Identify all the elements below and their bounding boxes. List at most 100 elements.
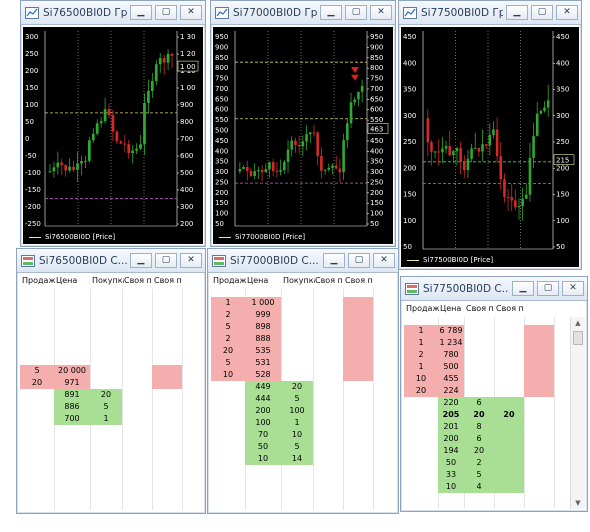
chart-window-si77500[interactable]: Si77500BI0D Гр... ▁ ▢ ✕ 450 400 350 300 250 2… bbox=[398, 0, 582, 270]
ask-row[interactable]: 16 789 bbox=[404, 325, 554, 337]
bid-row[interactable]: 205 20 20 bbox=[404, 409, 554, 421]
own1-cell[interactable] bbox=[494, 481, 524, 493]
own1-cell[interactable] bbox=[122, 413, 152, 425]
sell-cell[interactable]: 2 bbox=[211, 333, 245, 345]
own2-cell[interactable] bbox=[524, 469, 554, 481]
price-cell[interactable]: 224 bbox=[438, 385, 464, 397]
ask-row[interactable]: 1 500 bbox=[404, 361, 554, 373]
own1-cell[interactable] bbox=[494, 337, 524, 349]
sell-cell[interactable]: 5 bbox=[211, 321, 245, 333]
buy-cell[interactable] bbox=[464, 385, 494, 397]
buy-cell[interactable] bbox=[281, 321, 313, 333]
price-cell[interactable]: 444 bbox=[245, 393, 281, 405]
sell-cell[interactable] bbox=[211, 453, 245, 465]
buy-cell[interactable]: 1 bbox=[90, 413, 122, 425]
bid-row[interactable]: 70 10 bbox=[211, 429, 373, 441]
ask-row[interactable]: 11 234 bbox=[404, 337, 554, 349]
buy-cell[interactable]: 2 bbox=[464, 457, 494, 469]
own2-cell[interactable] bbox=[152, 401, 182, 413]
own1-cell[interactable] bbox=[313, 453, 343, 465]
own1-cell[interactable] bbox=[494, 373, 524, 385]
buy-cell[interactable] bbox=[281, 369, 313, 381]
own2-cell[interactable] bbox=[343, 297, 373, 309]
buy-cell[interactable] bbox=[281, 309, 313, 321]
price-cell[interactable]: 200 bbox=[438, 433, 464, 445]
own2-cell[interactable] bbox=[524, 385, 554, 397]
own2-cell[interactable] bbox=[343, 393, 373, 405]
sell-cell[interactable] bbox=[404, 433, 438, 445]
buy-cell[interactable] bbox=[281, 297, 313, 309]
sell-cell[interactable]: 1 bbox=[404, 337, 438, 349]
own2-cell[interactable] bbox=[524, 349, 554, 361]
own1-cell[interactable] bbox=[313, 345, 343, 357]
own2-cell[interactable] bbox=[343, 321, 373, 333]
sell-cell[interactable] bbox=[404, 409, 438, 421]
own1-cell[interactable] bbox=[494, 397, 524, 409]
own1-cell[interactable] bbox=[313, 381, 343, 393]
own1-cell[interactable] bbox=[313, 357, 343, 369]
buy-cell[interactable] bbox=[281, 357, 313, 369]
own2-cell[interactable] bbox=[524, 421, 554, 433]
own1-cell[interactable] bbox=[122, 365, 152, 377]
sell-cell[interactable] bbox=[404, 457, 438, 469]
sell-cell[interactable]: 10 bbox=[404, 373, 438, 385]
sell-cell[interactable] bbox=[211, 405, 245, 417]
buy-cell[interactable]: 5 bbox=[281, 393, 313, 405]
sell-cell[interactable] bbox=[404, 397, 438, 409]
column-header-own-2[interactable]: Своя п bbox=[496, 304, 526, 313]
own2-cell[interactable] bbox=[524, 445, 554, 457]
ask-row[interactable]: 10 528 bbox=[211, 369, 373, 381]
own1-cell[interactable] bbox=[122, 401, 152, 413]
own2-cell[interactable] bbox=[343, 417, 373, 429]
own1-cell[interactable] bbox=[313, 417, 343, 429]
minimize-button[interactable]: ▁ bbox=[130, 5, 152, 20]
price-cell[interactable]: 70 bbox=[245, 429, 281, 441]
close-button[interactable]: ✕ bbox=[562, 281, 584, 296]
bid-row[interactable]: 200 100 bbox=[211, 405, 373, 417]
own2-cell[interactable] bbox=[343, 333, 373, 345]
buy-cell[interactable]: 5 bbox=[90, 401, 122, 413]
buy-cell[interactable] bbox=[90, 377, 122, 389]
price-cell[interactable]: 100 bbox=[245, 417, 281, 429]
sell-cell[interactable]: 1 bbox=[404, 361, 438, 373]
own2-cell[interactable] bbox=[524, 361, 554, 373]
sell-cell[interactable] bbox=[404, 469, 438, 481]
bid-row[interactable]: 700 1 bbox=[20, 413, 182, 425]
bid-row[interactable]: 10 4 bbox=[404, 481, 554, 493]
window-titlebar[interactable]: Si77000BI0D C... ▁ ▢ ✕ bbox=[208, 249, 398, 273]
sell-cell[interactable] bbox=[20, 401, 54, 413]
window-titlebar[interactable]: Si77500BI0D Гр... ▁ ▢ ✕ bbox=[399, 1, 581, 25]
ask-row[interactable]: 2 888 bbox=[211, 333, 373, 345]
maximize-button[interactable]: ▢ bbox=[348, 253, 370, 268]
price-cell[interactable]: 20 000 bbox=[54, 365, 90, 377]
ask-row[interactable]: 20 971 bbox=[20, 377, 182, 389]
ask-row[interactable]: 5 898 bbox=[211, 321, 373, 333]
buy-cell[interactable]: 10 bbox=[281, 429, 313, 441]
own2-cell[interactable] bbox=[524, 457, 554, 469]
own1-cell[interactable] bbox=[494, 469, 524, 481]
sell-cell[interactable]: 1 bbox=[211, 297, 245, 309]
minimize-button[interactable]: ▁ bbox=[512, 281, 534, 296]
buy-cell[interactable] bbox=[464, 337, 494, 349]
sell-cell[interactable]: 5 bbox=[20, 365, 54, 377]
column-header-own-2[interactable]: Своя п bbox=[154, 276, 184, 285]
own1-cell[interactable] bbox=[494, 361, 524, 373]
buy-cell[interactable] bbox=[464, 361, 494, 373]
bid-row[interactable]: 444 5 bbox=[211, 393, 373, 405]
price-cell[interactable]: 10 bbox=[438, 481, 464, 493]
own2-cell[interactable] bbox=[524, 397, 554, 409]
own2-cell[interactable] bbox=[152, 413, 182, 425]
price-cell[interactable]: 50 bbox=[245, 441, 281, 453]
own1-cell[interactable] bbox=[494, 349, 524, 361]
price-cell[interactable]: 194 bbox=[438, 445, 464, 457]
sell-cell[interactable] bbox=[211, 441, 245, 453]
bid-row[interactable]: 10 14 bbox=[211, 453, 373, 465]
chart-window-si77000[interactable]: Si77000BI0D Гр... ▁ ▢ ✕ 950 900 850 800 750 7… bbox=[210, 0, 396, 247]
own1-cell[interactable]: 20 bbox=[494, 409, 524, 421]
own2-cell[interactable] bbox=[343, 381, 373, 393]
sell-cell[interactable]: 2 bbox=[211, 309, 245, 321]
own1-cell[interactable] bbox=[494, 457, 524, 469]
column-header-own-1[interactable]: Своя п bbox=[124, 276, 154, 285]
own2-cell[interactable] bbox=[524, 337, 554, 349]
close-button[interactable]: ✕ bbox=[373, 253, 395, 268]
